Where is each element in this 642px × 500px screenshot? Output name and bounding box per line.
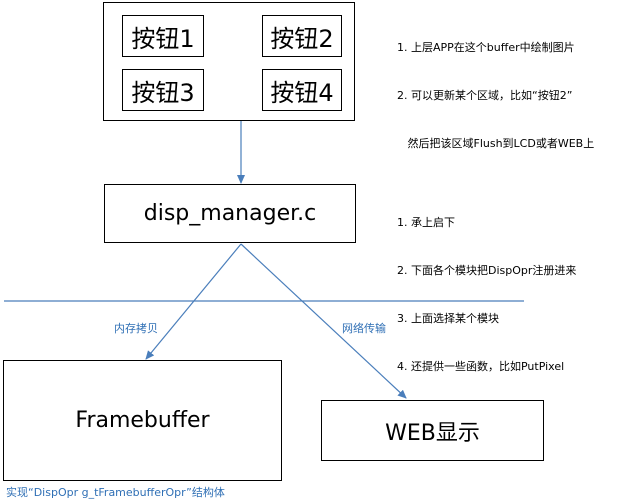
framebuffer-caption: 实现“DispOpr g_tFramebufferOpr”结构体 bbox=[6, 486, 225, 499]
edge-label-memory-copy: 内存拷贝 bbox=[114, 322, 158, 335]
disp-note-line: 2. 下面各个模块把DispOpr注册进来 bbox=[397, 264, 577, 277]
app-buffer-box: 按钮1 按钮2 按钮3 按钮4 bbox=[103, 2, 355, 121]
disp-manager-label: disp_manager.c bbox=[143, 201, 317, 226]
disp-note-line: 3. 上面选择某个模块 bbox=[397, 312, 499, 325]
button-4-label: 按钮4 bbox=[270, 78, 334, 107]
web-display-box: WEB显示 bbox=[321, 400, 544, 461]
disp-notes: 1. 承上启下 2. 下面各个模块把DispOpr注册进来 3. 上面选择某个模… bbox=[397, 183, 576, 391]
button-4: 按钮4 bbox=[262, 69, 342, 111]
disp-manager-box: disp_manager.c bbox=[104, 184, 356, 243]
framebuffer-label: Framebuffer bbox=[75, 408, 210, 433]
top-note-line: 1. 上层APP在这个buffer中绘制图片 bbox=[397, 41, 575, 54]
button-1: 按钮1 bbox=[122, 15, 204, 57]
web-display-label: WEB显示 bbox=[385, 420, 480, 446]
button-3-label: 按钮3 bbox=[131, 78, 195, 107]
button-2: 按钮2 bbox=[262, 15, 342, 57]
top-notes: 1. 上层APP在这个buffer中绘制图片 2. 可以更新某个区域，比如“按钮… bbox=[397, 8, 594, 168]
edge-label-network: 网络传输 bbox=[342, 322, 386, 335]
framebuffer-box: Framebuffer bbox=[3, 360, 282, 481]
disp-note-line: 4. 还提供一些函数，比如PutPixel bbox=[397, 360, 565, 373]
button-3: 按钮3 bbox=[122, 69, 204, 111]
top-note-line: 2. 可以更新某个区域，比如“按钮2” bbox=[397, 89, 573, 102]
button-2-label: 按钮2 bbox=[270, 24, 334, 53]
button-1-label: 按钮1 bbox=[131, 24, 195, 53]
top-note-line: 然后把该区域Flush到LCD或者WEB上 bbox=[397, 137, 595, 150]
disp-note-line: 1. 承上启下 bbox=[397, 216, 455, 229]
